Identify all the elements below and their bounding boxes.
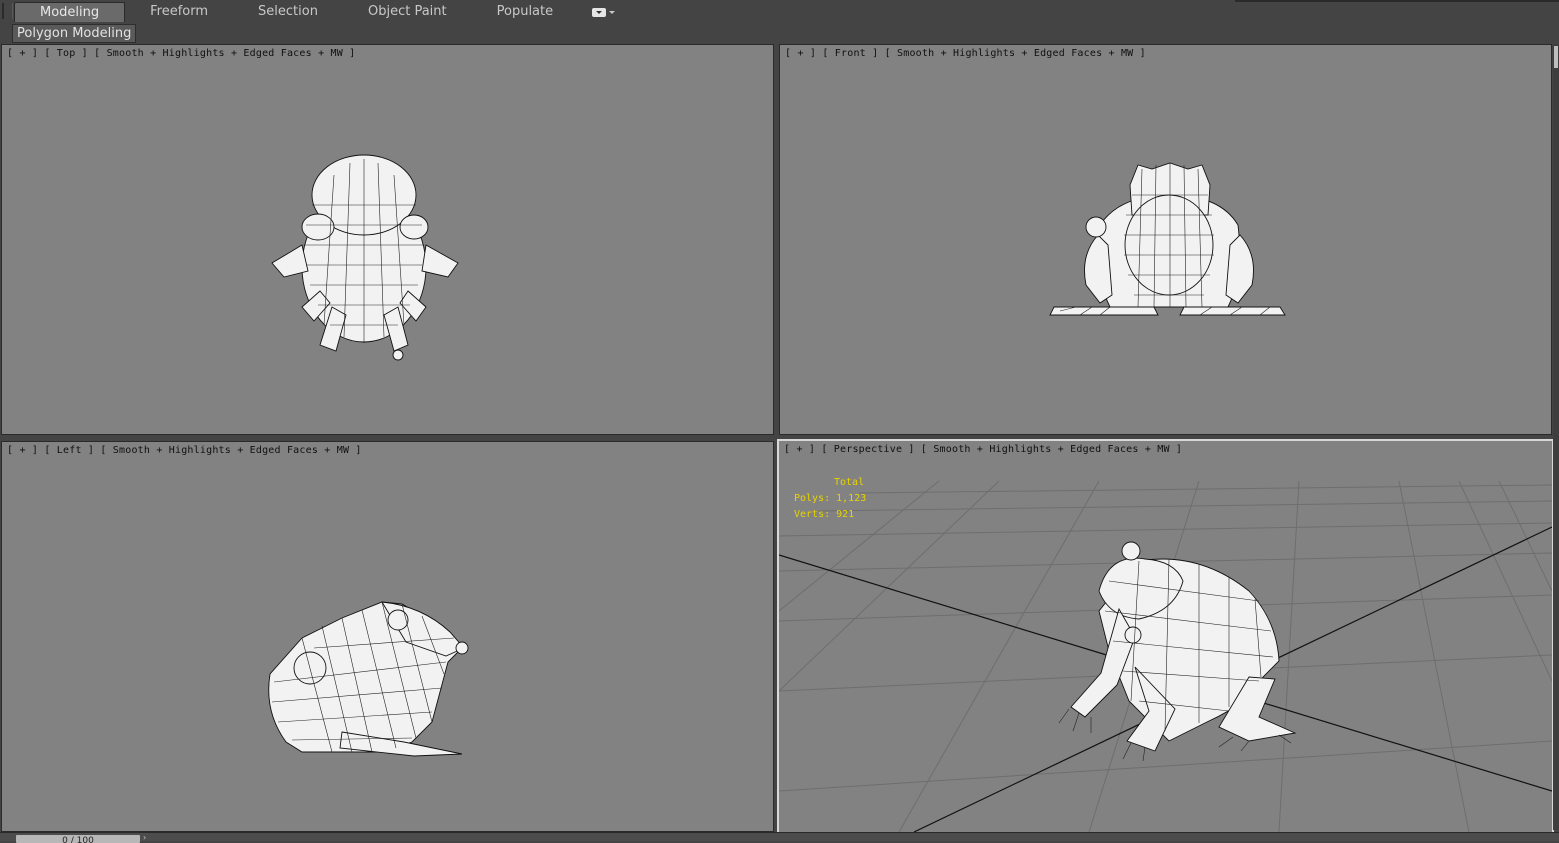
stats-total-label: Total: [834, 477, 865, 488]
ribbon-options-icon: [592, 7, 607, 17]
viewport-plus-menu[interactable]: [ + ]: [784, 444, 815, 455]
stats-verts: Verts: 921: [794, 509, 855, 520]
tab-populate[interactable]: Populate: [472, 2, 579, 22]
tab-freeform[interactable]: Freeform: [125, 2, 233, 22]
ribbon-grip-handle[interactable]: [2, 3, 13, 19]
scrollbar-thumb[interactable]: [1554, 46, 1558, 68]
viewport-front[interactable]: [ + ] [ Front ] [ Smooth + Highlights + …: [779, 44, 1552, 435]
viewport-top[interactable]: [ + ] [ Top ] [ Smooth + Highlights + Ed…: [1, 44, 774, 435]
viewport-view-menu[interactable]: [ Perspective ]: [821, 444, 914, 455]
viewport-left[interactable]: [ + ] [ Left ] [ Smooth + Highlights + E…: [1, 441, 774, 832]
polygon-modeling-panel-label[interactable]: Polygon Modeling: [12, 24, 137, 43]
ribbon-options-button[interactable]: [588, 2, 619, 22]
time-slider-thumb[interactable]: 0 / 100: [16, 835, 140, 843]
tab-selection[interactable]: Selection: [233, 2, 343, 22]
ribbon-panel: Polygon Modeling: [0, 23, 1559, 43]
viewport-label-perspective: [ + ] [ Perspective ] [ Smooth + Highlig…: [784, 444, 1182, 455]
stats-polys: Polys: 1,123: [794, 493, 867, 504]
scene-statistics: Total Polys: 1,123 Verts: 921: [794, 475, 866, 523]
command-panel-scrollbar[interactable]: [1553, 44, 1559, 830]
ribbon-tab-bar: Modeling Freeform Selection Object Paint…: [0, 0, 1559, 24]
frog-model-front[interactable]: [780, 45, 1551, 434]
viewport-shading-menu[interactable]: [ Smooth + Highlights + Edged Faces + MW…: [921, 444, 1182, 455]
viewport-perspective[interactable]: [ + ] [ Perspective ] [ Smooth + Highlig…: [777, 439, 1554, 834]
ribbon-tabs: Modeling Freeform Selection Object Paint…: [14, 2, 619, 22]
tab-modeling[interactable]: Modeling: [14, 2, 126, 22]
frog-model-top[interactable]: [2, 45, 773, 434]
frog-model-perspective[interactable]: [779, 441, 1552, 832]
ribbon-divider: [1235, 0, 1559, 2]
dropdown-arrow-icon: [609, 10, 616, 14]
frog-model-left[interactable]: [2, 442, 773, 831]
tab-object-paint[interactable]: Object Paint: [343, 2, 472, 22]
time-next-arrow-icon[interactable]: ›: [143, 834, 153, 842]
